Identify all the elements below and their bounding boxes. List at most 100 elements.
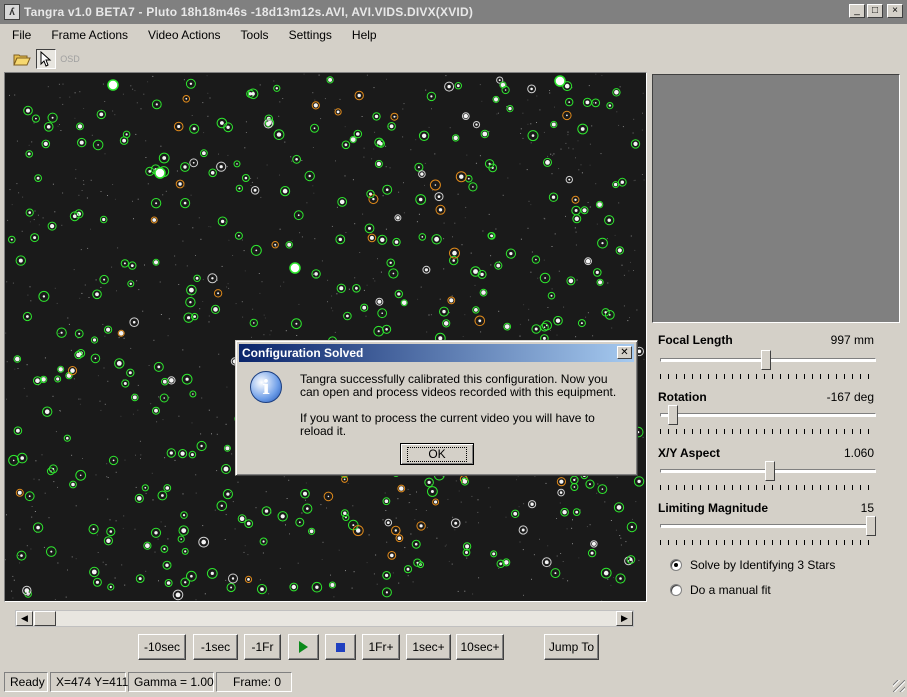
star [255, 249, 258, 252]
noise-speck [83, 183, 85, 185]
star [192, 127, 196, 131]
star [594, 102, 597, 104]
resize-grip-icon[interactable] [893, 680, 905, 692]
radio-checked-icon[interactable] [670, 559, 682, 571]
noise-speck [403, 103, 405, 105]
noise-speck [227, 283, 229, 285]
dialog-close-button[interactable]: ✕ [617, 346, 632, 359]
noise-speck [642, 92, 644, 94]
noise-speck [202, 279, 204, 281]
star [617, 248, 622, 253]
scroll-thumb[interactable] [34, 611, 56, 626]
star [447, 84, 451, 89]
plus-1fr-button[interactable]: 1Fr+ [362, 634, 400, 660]
stop-button[interactable] [325, 634, 356, 660]
noise-speck [424, 184, 425, 186]
star [220, 121, 224, 125]
focal-length-slider[interactable] [660, 350, 876, 380]
manual-fit-radio[interactable]: Do a manual fit [670, 583, 771, 597]
noise-speck [439, 298, 441, 300]
noise-speck [260, 196, 262, 198]
menu-file[interactable]: File [12, 28, 31, 42]
aspect-thumb[interactable] [765, 461, 775, 481]
frame-scrollbar[interactable]: ◀ ▶ [15, 610, 634, 627]
menu-help[interactable]: Help [352, 28, 377, 42]
noise-speck [376, 583, 378, 585]
minus-1fr-button[interactable]: -1Fr [244, 634, 281, 660]
noise-speck [268, 593, 270, 595]
star [397, 536, 402, 540]
limiting-magnitude-slider[interactable] [660, 516, 876, 546]
noise-speck [224, 539, 226, 540]
jump-to-button[interactable]: Jump To [544, 634, 599, 660]
noise-speck [527, 99, 529, 101]
noise-speck [114, 114, 116, 116]
menu-tools[interactable]: Tools [241, 28, 269, 42]
star [369, 235, 374, 240]
aspect-slider[interactable] [660, 461, 876, 491]
noise-speck [632, 518, 633, 520]
close-button[interactable]: × [887, 4, 903, 18]
star [44, 409, 50, 415]
maximize-button[interactable]: □ [867, 4, 883, 18]
noise-speck [218, 153, 219, 155]
noise-speck [75, 505, 77, 507]
noise-speck [327, 301, 328, 303]
rotation-thumb[interactable] [668, 405, 678, 425]
scroll-right-icon[interactable]: ▶ [616, 611, 633, 626]
rotation-slider[interactable] [660, 405, 876, 435]
minus-1sec-button[interactable]: -1sec [193, 634, 238, 660]
minus-10sec-button[interactable]: -10sec [138, 634, 186, 660]
star [504, 324, 510, 329]
noise-speck [643, 179, 645, 181]
star [616, 505, 622, 510]
menu-settings[interactable]: Settings [289, 28, 332, 42]
noise-speck [269, 334, 271, 336]
noise-speck [448, 560, 450, 562]
plus-1sec-button[interactable]: 1sec+ [406, 634, 451, 660]
plus-10sec-button[interactable]: 10sec+ [456, 634, 504, 660]
star [313, 103, 318, 108]
noise-speck [26, 545, 28, 547]
noise-speck [242, 316, 244, 318]
noise-speck [195, 599, 197, 601]
rotation-label: Rotation [658, 390, 707, 404]
star [195, 276, 199, 280]
noise-speck [59, 410, 61, 412]
video-frame[interactable] [4, 72, 647, 602]
noise-speck [11, 590, 13, 592]
folder-open-icon[interactable] [12, 49, 32, 69]
noise-speck [61, 224, 63, 226]
star [154, 531, 158, 535]
solve-3-stars-radio[interactable]: Solve by Identifying 3 Stars [670, 558, 835, 572]
noise-speck [386, 541, 388, 543]
minimize-button[interactable]: _ [849, 4, 865, 18]
noise-speck [70, 349, 72, 351]
limiting-magnitude-thumb[interactable] [866, 516, 876, 536]
ok-button[interactable]: OK [400, 443, 474, 465]
noise-speck [153, 339, 155, 341]
noise-speck [574, 227, 576, 229]
star [144, 486, 147, 489]
menu-video-actions[interactable]: Video Actions [148, 28, 221, 42]
star [521, 528, 525, 532]
star [396, 216, 400, 220]
noise-speck [136, 102, 138, 104]
noise-speck [543, 131, 545, 133]
play-button[interactable] [288, 634, 319, 660]
star [416, 561, 419, 564]
focal-length-thumb[interactable] [761, 350, 771, 370]
pointer-icon[interactable] [36, 49, 56, 69]
star [66, 436, 69, 440]
star [421, 133, 427, 138]
star [125, 133, 128, 136]
noise-speck [424, 162, 426, 164]
noise-speck [62, 103, 64, 105]
radio-unchecked-icon[interactable] [670, 584, 682, 596]
menu-frame-actions[interactable]: Frame Actions [51, 28, 128, 42]
noise-speck [385, 228, 387, 230]
star [380, 237, 385, 242]
scroll-left-icon[interactable]: ◀ [16, 611, 33, 626]
noise-speck [377, 258, 378, 260]
noise-speck [78, 194, 80, 196]
